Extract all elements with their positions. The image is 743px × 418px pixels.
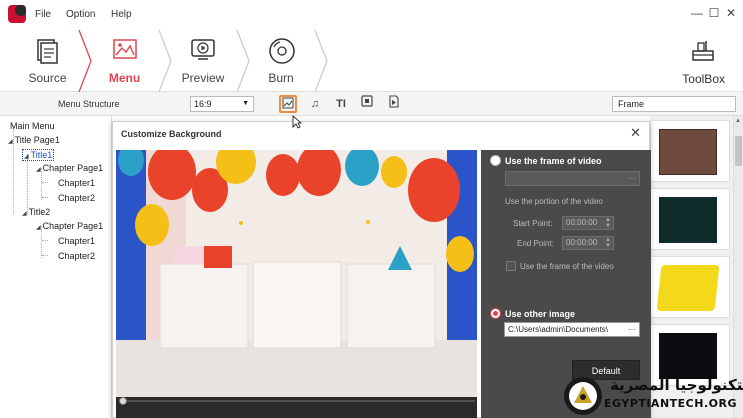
- expand-triangle-icon: ◢: [36, 167, 41, 173]
- sub-toolbar: Menu Structure 16:9 ▼ ♫ TI Frame: [0, 92, 743, 116]
- frame-thumbnail[interactable]: [650, 256, 730, 318]
- tree-node-chapter-page[interactable]: ◢ Chapter Page1: [36, 163, 103, 173]
- menu-help[interactable]: Help: [111, 9, 132, 20]
- use-frame-video-radio[interactable]: [490, 155, 501, 166]
- step-burn[interactable]: Burn: [252, 30, 310, 92]
- start-point-label: Start Point:: [513, 219, 553, 228]
- step-separator: [78, 30, 92, 92]
- watermark-english-text: EGYPTIANTECH.ORG: [604, 397, 737, 410]
- browse-dots: ···: [628, 174, 636, 183]
- watermark-logo-icon: [564, 377, 602, 415]
- maximize-icon[interactable]: ☐: [707, 6, 721, 20]
- disc-icon: [269, 38, 295, 64]
- frame-field[interactable]: Frame: [612, 96, 736, 112]
- step-source-label: Source: [28, 71, 67, 85]
- tree-node-chapter2[interactable]: Chapter2: [58, 251, 95, 261]
- use-other-image-radio[interactable]: [490, 308, 501, 319]
- close-window-icon[interactable]: ✕: [724, 6, 738, 20]
- document-icon[interactable]: [385, 95, 403, 113]
- spinner-arrows-icon: ▲ ▼: [605, 217, 611, 229]
- step-separator: [236, 30, 250, 92]
- end-point-spinner[interactable]: 00:00:00 ▲ ▼: [562, 236, 614, 250]
- step-source[interactable]: Source: [10, 30, 85, 92]
- aspect-ratio-value: 16:9: [194, 99, 212, 109]
- background-image-icon[interactable]: [279, 95, 297, 113]
- close-icon[interactable]: ✕: [630, 125, 641, 141]
- source-icon: [37, 39, 58, 64]
- menu-bar: File Option Help — ☐ ✕: [0, 0, 743, 30]
- music-note-icon[interactable]: ♫: [306, 95, 324, 113]
- video-path-field[interactable]: ···: [505, 171, 640, 186]
- menu-structure-tree: Main Menu ◢ Title Page1 ◢ Title1 ◢ Chapter …: [0, 116, 112, 418]
- expand-triangle-icon: ◢: [22, 211, 27, 217]
- step-menu-label: Menu: [108, 71, 141, 85]
- background-preview: [116, 140, 477, 418]
- menu-picture-icon: [113, 39, 137, 59]
- watermark-arabic-text: التكنولوجيا المصرية: [610, 376, 743, 394]
- step-preview[interactable]: Preview: [172, 30, 234, 92]
- scroll-up-icon: ▲: [735, 118, 741, 124]
- chevron-down-icon: ▼: [242, 100, 249, 107]
- frame-thumbnail[interactable]: [650, 188, 730, 250]
- use-frame-video-label: Use the frame of video: [505, 156, 602, 166]
- spinner-arrows-icon: ▲ ▼: [605, 237, 611, 249]
- end-point-label: End Point:: [517, 239, 554, 248]
- watermark: التكنولوجيا المصرية EGYPTIANTECH.ORG: [562, 373, 743, 418]
- menu-file[interactable]: File: [35, 9, 51, 20]
- step-toolbar: Source Menu Preview Burn ToolBox: [0, 30, 743, 92]
- expand-triangle-icon: ◢: [24, 154, 29, 160]
- minimize-icon[interactable]: —: [690, 6, 704, 20]
- use-portion-label: Use the portion of the video: [505, 197, 603, 206]
- text-icon[interactable]: TI: [332, 95, 350, 113]
- step-separator: [158, 30, 172, 92]
- menu-structure-title: Menu Structure: [58, 99, 120, 109]
- use-frame-checkbox-label: Use the frame of the video: [520, 262, 614, 271]
- step-burn-label: Burn: [268, 71, 294, 85]
- tree-node-chapter2[interactable]: Chapter2: [58, 193, 95, 203]
- tree-node-chapter-page[interactable]: ◢ Chapter Page1: [36, 221, 103, 231]
- expand-triangle-icon: ◢: [36, 225, 41, 231]
- step-preview-label: Preview: [181, 71, 225, 85]
- scroll-thumb[interactable]: [735, 136, 742, 166]
- browse-button[interactable]: ···: [626, 323, 636, 336]
- tree-node-main-menu[interactable]: Main Menu: [10, 121, 55, 131]
- party-scene-image: [116, 140, 477, 397]
- menu-option[interactable]: Option: [66, 9, 95, 20]
- tree-node-title-page[interactable]: ◢ Title Page1: [8, 135, 60, 145]
- use-other-image-label: Use other image: [505, 309, 576, 319]
- step-separator: [314, 30, 328, 92]
- use-frame-checkbox[interactable]: [506, 261, 516, 271]
- image-path-field[interactable]: C:\Users\admin\Documents\ ···: [504, 322, 640, 337]
- app-logo-icon: [8, 5, 26, 23]
- frame-thumbnail[interactable]: [650, 120, 730, 182]
- dialog-title: Customize Background: [121, 129, 222, 139]
- tree-node-title2[interactable]: ◢ Title2: [22, 207, 50, 217]
- aspect-ratio-select[interactable]: 16:9 ▼: [190, 96, 254, 112]
- preview-play-icon: [191, 39, 215, 60]
- tree-node-chapter1[interactable]: Chapter1: [58, 178, 95, 188]
- mouse-cursor-icon: [292, 115, 302, 129]
- start-point-spinner[interactable]: 00:00:00 ▲ ▼: [562, 216, 614, 230]
- preview-seek-slider[interactable]: [117, 397, 477, 405]
- expand-triangle-icon: ◢: [8, 139, 13, 145]
- toolbox-icon[interactable]: [690, 38, 716, 64]
- tree-node-chapter1[interactable]: Chapter1: [58, 236, 95, 246]
- toolbox-label[interactable]: ToolBox: [682, 72, 725, 86]
- tree-node-title1[interactable]: ◢ Title1: [22, 149, 55, 161]
- frame-icon[interactable]: [358, 95, 376, 113]
- step-menu[interactable]: Menu: [92, 30, 157, 92]
